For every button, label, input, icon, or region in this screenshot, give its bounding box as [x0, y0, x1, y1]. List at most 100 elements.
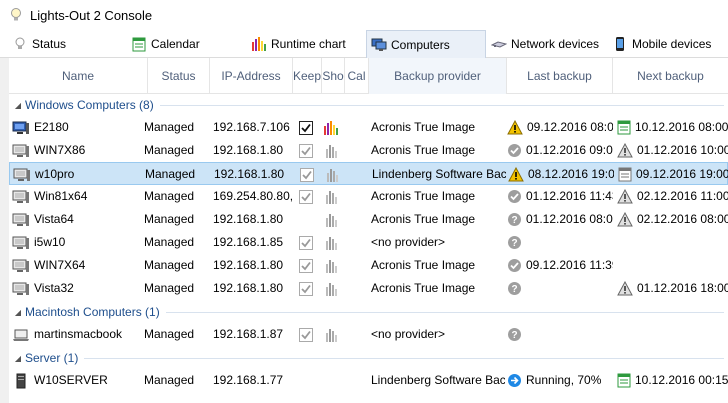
- computer-name: WIN7X64: [34, 258, 86, 272]
- collapse-chevron-icon[interactable]: ◢: [11, 354, 25, 363]
- ip-address: 192.168.1.80: [213, 258, 284, 272]
- table-row[interactable]: Win81x64 Managed 169.254.80.80, Acronis Tru…: [9, 185, 728, 208]
- checkbox-checked-icon: [298, 120, 313, 135]
- computer-name: w10pro: [35, 167, 75, 181]
- checkbox-checked-icon: [298, 235, 313, 250]
- question-circle-icon: ?: [507, 235, 522, 250]
- backup-provider: Acronis True Image: [371, 212, 476, 226]
- computers-icon: [371, 38, 387, 51]
- cal-cell: [343, 185, 369, 208]
- column-header-ip[interactable]: IP-Address: [210, 58, 293, 94]
- column-header-show[interactable]: Sho: [322, 58, 345, 94]
- last-backup-value: Running, 70%: [526, 373, 602, 387]
- checkbox-checked-icon: [298, 258, 313, 273]
- network-icon: [491, 41, 507, 48]
- computer-icon: [13, 167, 31, 183]
- cal-cell: [343, 323, 369, 346]
- check-circle-icon: [507, 143, 522, 158]
- last-backup-value: 09.12.2016 11:39: [526, 258, 613, 272]
- table-row[interactable]: Vista32 Managed 192.168.1.80 Acronis True I…: [9, 277, 728, 300]
- table-row[interactable]: W10SERVER Managed 192.168.1.77 Lindenberg S…: [9, 369, 728, 392]
- status-text: Managed: [144, 327, 195, 341]
- computer-name: E2180: [34, 120, 69, 134]
- group-header[interactable]: ◢ Windows Computers (8): [9, 94, 728, 116]
- tab-status[interactable]: Status: [12, 30, 66, 58]
- column-header-cal[interactable]: Cal: [345, 58, 369, 94]
- computer-icon: [12, 143, 30, 159]
- app-bulb-icon: [11, 8, 21, 21]
- ip-address: 192.168.1.80: [213, 212, 284, 226]
- next-backup-value: 10.12.2016 00:15: [635, 373, 728, 387]
- laptop-icon: [12, 327, 30, 343]
- cal-cell: [343, 277, 369, 300]
- calendar-icon: [132, 37, 146, 52]
- tab-mobile-devices[interactable]: Mobile devices: [612, 30, 711, 58]
- ip-address: 192.168.1.77: [213, 373, 284, 387]
- column-header-backup-provider[interactable]: Backup provider: [369, 58, 507, 94]
- backup-provider: Lindenberg Software Back: [372, 167, 506, 181]
- ip-address: 169.254.80.80,: [213, 189, 293, 203]
- group-header[interactable]: ◢ Macintosh Computers (1): [9, 301, 728, 323]
- tab-network-devices[interactable]: Network devices: [491, 30, 599, 58]
- group-header[interactable]: ◢ Server (1): [9, 347, 728, 369]
- warning-icon: [508, 167, 524, 182]
- cal-cell: [343, 208, 369, 231]
- table-row[interactable]: WIN7X64 Managed 192.168.1.80 Acronis True I…: [9, 254, 728, 277]
- backup-provider: Acronis True Image: [371, 281, 476, 295]
- svg-text:?: ?: [511, 238, 517, 249]
- warning-icon: [507, 120, 523, 135]
- tab-computers[interactable]: Computers: [366, 30, 486, 58]
- table-row[interactable]: i5w10 Managed 192.168.1.85 <no provider>?: [9, 231, 728, 254]
- bulb-icon: [15, 37, 25, 49]
- checkbox-checked-icon: [298, 281, 313, 296]
- table-row[interactable]: martinsmacbook Managed 192.168.1.87 <no pro…: [9, 323, 728, 346]
- tab-runtime-chart[interactable]: Runtime chart: [251, 30, 346, 58]
- collapse-chevron-icon[interactable]: ◢: [11, 101, 25, 110]
- collapse-chevron-icon[interactable]: ◢: [11, 308, 25, 317]
- runtime-chart-icon: [323, 143, 339, 159]
- backup-provider: <no provider>: [371, 327, 446, 341]
- table-row[interactable]: w10pro Managed 192.168.1.80 Lindenberg Soft…: [9, 162, 728, 185]
- computer-icon: [12, 235, 30, 251]
- column-header-status[interactable]: Status: [148, 58, 210, 94]
- status-text: Managed: [144, 120, 195, 134]
- computer-icon: [12, 258, 30, 274]
- runtime-chart-icon: [324, 167, 340, 183]
- ip-address: 192.168.1.80: [213, 281, 284, 295]
- last-backup-value: 09.12.2016 08:00: [527, 120, 613, 134]
- computer-name: Vista32: [34, 281, 74, 295]
- column-header-name[interactable]: Name: [9, 58, 148, 94]
- computer-name: i5w10: [34, 235, 66, 249]
- table-row[interactable]: Vista64 Managed 192.168.1.80 Acronis True I…: [9, 208, 728, 231]
- column-header-last-backup[interactable]: Last backup: [507, 58, 613, 94]
- cal-cell: [343, 116, 369, 139]
- cal-cell: [344, 163, 370, 186]
- next-backup-value: 10.12.2016 08:00: [635, 120, 728, 134]
- tab-calendar[interactable]: Calendar: [131, 30, 200, 58]
- backup-provider: Acronis True Image: [371, 120, 476, 134]
- computer-icon: [12, 212, 30, 228]
- warning-icon: [617, 189, 633, 204]
- tab-label: Computers: [391, 37, 450, 52]
- computer-name: Win81x64: [34, 189, 88, 203]
- computer-icon: [12, 281, 30, 297]
- backup-provider: Acronis True Image: [371, 189, 476, 203]
- tab-label: Runtime chart: [271, 37, 346, 51]
- checkbox-checked-icon: [299, 167, 314, 182]
- mobile-icon: [616, 37, 624, 51]
- next-backup-value: 01.12.2016 18:00: [637, 281, 728, 295]
- table-row[interactable]: E2180 Managed 192.168.7.106 Acronis True Im…: [9, 116, 728, 139]
- grid-header: Name Status IP-Address Keep Sho Cal Back…: [9, 58, 728, 94]
- column-header-keep[interactable]: Keep: [293, 58, 322, 94]
- table-row[interactable]: WIN7X86 Managed 192.168.1.80 Acronis True I…: [9, 139, 728, 162]
- question-circle-icon: ?: [507, 212, 522, 227]
- next-backup-value: 02.12.2016 08:00: [637, 212, 728, 226]
- cal-cell: [343, 254, 369, 277]
- status-text: Managed: [144, 258, 195, 272]
- status-text: Managed: [144, 281, 195, 295]
- tab-label: Mobile devices: [632, 37, 712, 51]
- status-text: Managed: [144, 373, 195, 387]
- svg-text:?: ?: [511, 330, 517, 341]
- column-header-next-backup[interactable]: Next backup: [613, 58, 728, 94]
- backup-provider: Acronis True Image: [371, 143, 476, 157]
